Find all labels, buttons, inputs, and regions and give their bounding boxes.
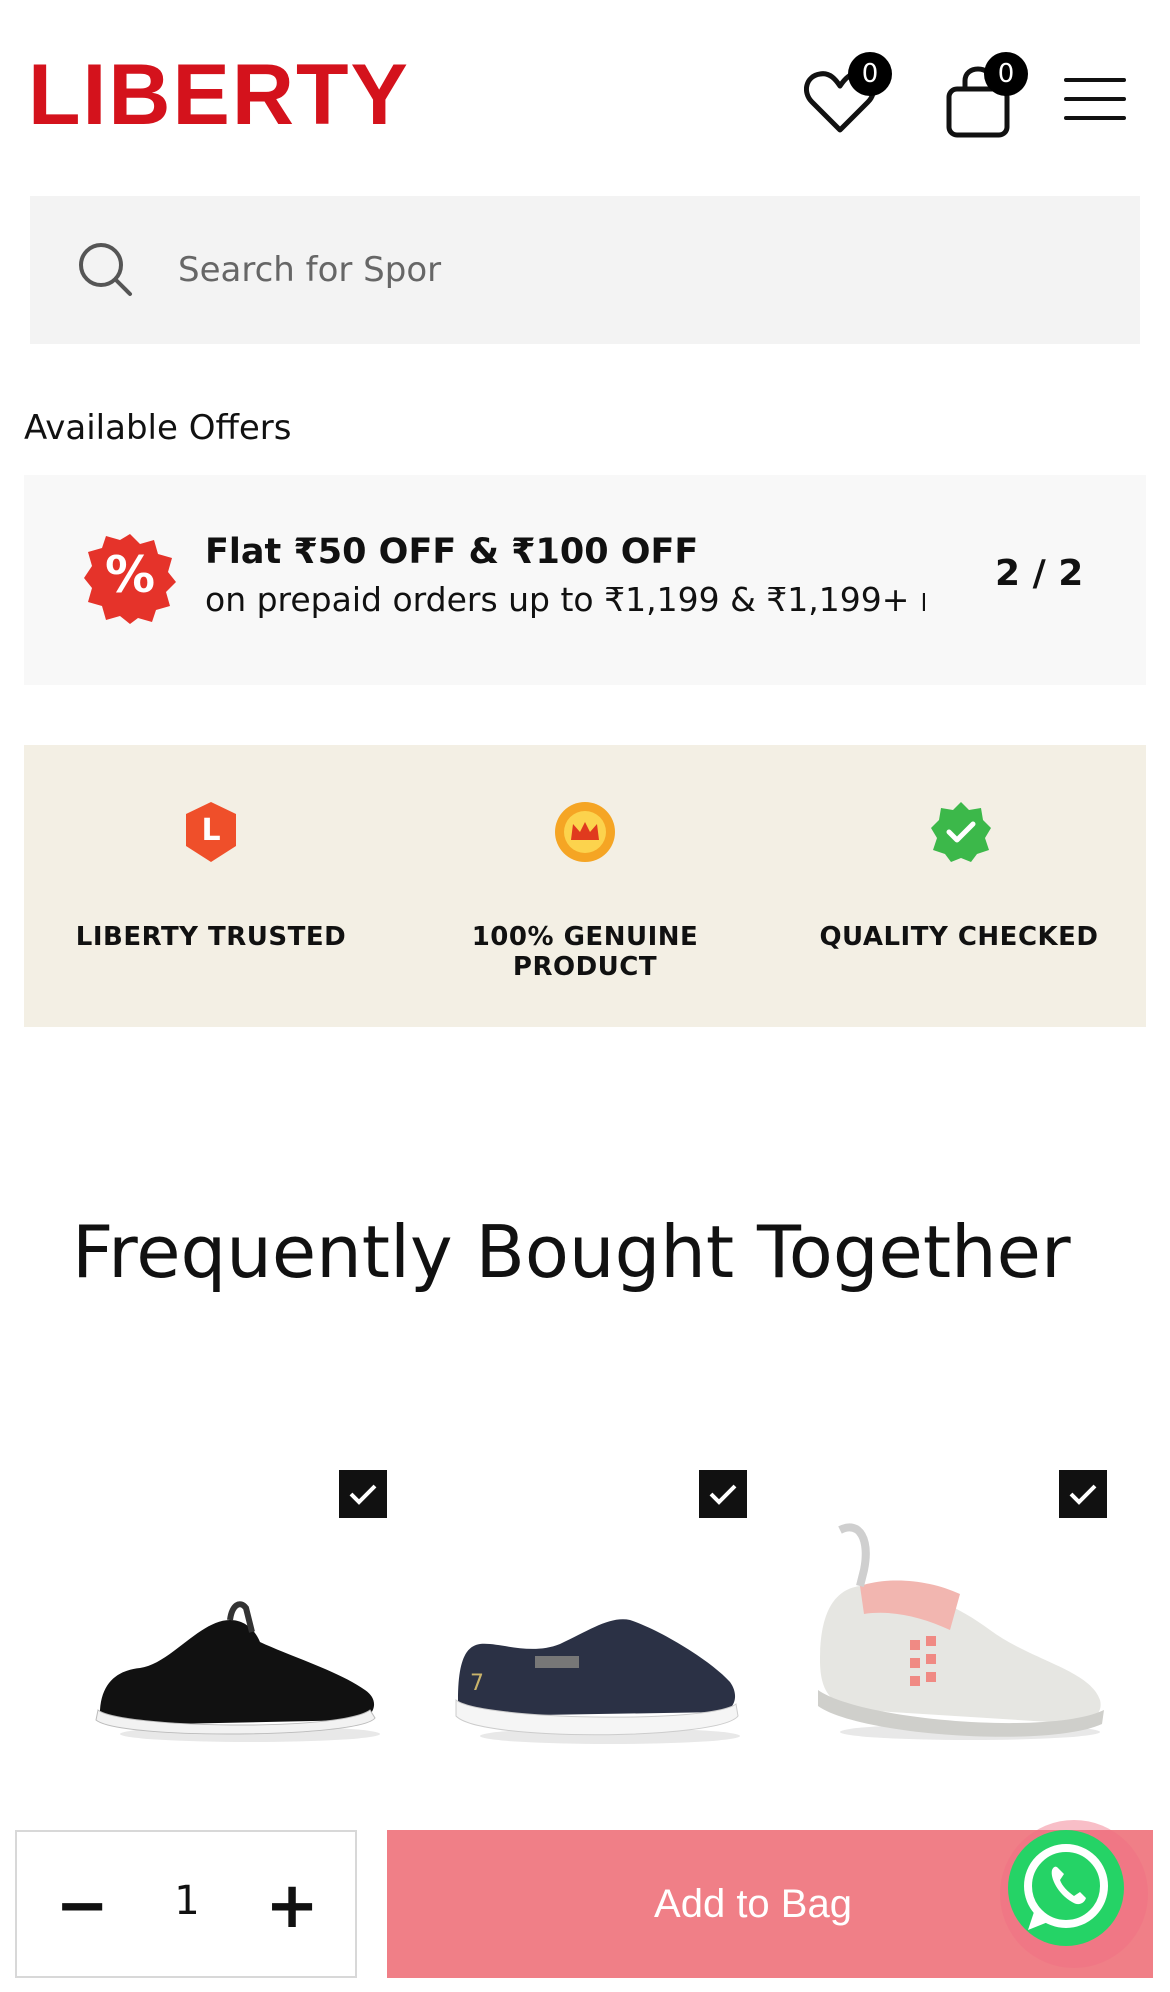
svg-text:7: 7 bbox=[470, 1671, 484, 1696]
discount-badge-icon: % bbox=[84, 532, 176, 624]
trust-label-quality: QUALITY CHECKED bbox=[819, 922, 1099, 952]
search-icon bbox=[79, 243, 132, 296]
wishlist-count-badge: 0 bbox=[848, 52, 892, 96]
liberty-shield-icon: L bbox=[182, 800, 240, 864]
brand-logo[interactable]: LIBERTY bbox=[28, 52, 410, 138]
percent-glyph: % bbox=[104, 546, 156, 604]
fbt-checkbox-2[interactable] bbox=[699, 1470, 747, 1518]
product-image-black-sneaker[interactable] bbox=[80, 1560, 400, 1760]
checkmark-icon bbox=[349, 1484, 377, 1505]
search-input[interactable] bbox=[176, 249, 976, 291]
cart-button[interactable]: 0 bbox=[928, 52, 1028, 152]
cart-count-badge: 0 bbox=[984, 52, 1028, 96]
checkmark-icon bbox=[709, 1484, 737, 1505]
whatsapp-chat-button[interactable] bbox=[1004, 1826, 1128, 1950]
product-image-grey-pink-shoe[interactable] bbox=[800, 1510, 1120, 1760]
available-offers-heading: Available Offers bbox=[24, 408, 292, 448]
checkmark-icon bbox=[1069, 1484, 1097, 1505]
increase-quantity-button[interactable]: + bbox=[247, 1862, 337, 1950]
trust-band bbox=[24, 745, 1146, 1027]
fbt-heading: Frequently Bought Together bbox=[72, 1210, 1071, 1294]
whatsapp-icon bbox=[1008, 1830, 1124, 1946]
search-bar[interactable] bbox=[30, 196, 1140, 344]
offer-subtitle: on prepaid orders up to ₹1,199 & ₹1,199+… bbox=[205, 580, 925, 619]
offer-pager: 2 / 2 bbox=[995, 553, 1084, 594]
quantity-stepper[interactable]: − 1 + bbox=[15, 1830, 357, 1978]
decrease-quantity-button[interactable]: − bbox=[37, 1862, 127, 1950]
quantity-value: 1 bbox=[174, 1878, 200, 1924]
trust-label-liberty: LIBERTY TRUSTED bbox=[75, 922, 347, 952]
crown-badge-icon bbox=[553, 800, 617, 864]
fbt-checkbox-1[interactable] bbox=[339, 1470, 387, 1518]
offer-title: Flat ₹50 OFF & ₹100 OFF bbox=[205, 532, 699, 572]
product-image-navy-sneaker[interactable]: 7 bbox=[440, 1560, 760, 1760]
verified-check-icon bbox=[929, 800, 993, 864]
liberty-shield-glyph: L bbox=[201, 813, 221, 848]
wishlist-button[interactable]: 0 bbox=[790, 52, 892, 152]
hamburger-menu-icon[interactable] bbox=[1064, 78, 1126, 122]
trust-label-genuine: 100% GENUINE PRODUCT bbox=[471, 922, 699, 982]
